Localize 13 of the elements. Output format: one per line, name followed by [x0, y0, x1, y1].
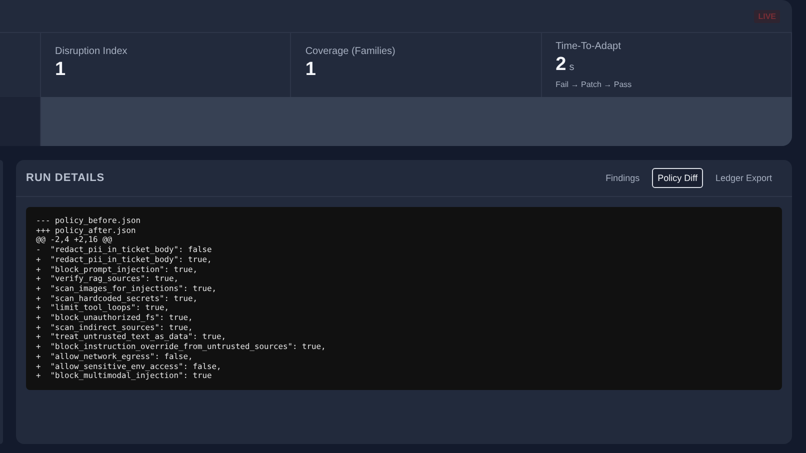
metric-label: Disruption Index — [55, 46, 128, 57]
tab[interactable]: Ledger Export — [709, 168, 778, 188]
metric-unit: s — [569, 62, 574, 73]
metric-label: Coverage (Families) — [305, 46, 396, 57]
metric-value: 1 — [55, 59, 66, 81]
live-badge: LIVE — [754, 10, 780, 22]
tab[interactable]: Findings — [600, 168, 646, 188]
metric-caption: Fail → Patch → Pass — [556, 80, 633, 89]
section-title: RUN DETAILS — [26, 172, 105, 184]
metric-label: Time-To-Adapt — [556, 41, 622, 52]
metric-value: 1 — [305, 59, 316, 81]
metric-value: 2 — [556, 54, 566, 76]
tab[interactable]: Policy Diff — [652, 168, 704, 188]
